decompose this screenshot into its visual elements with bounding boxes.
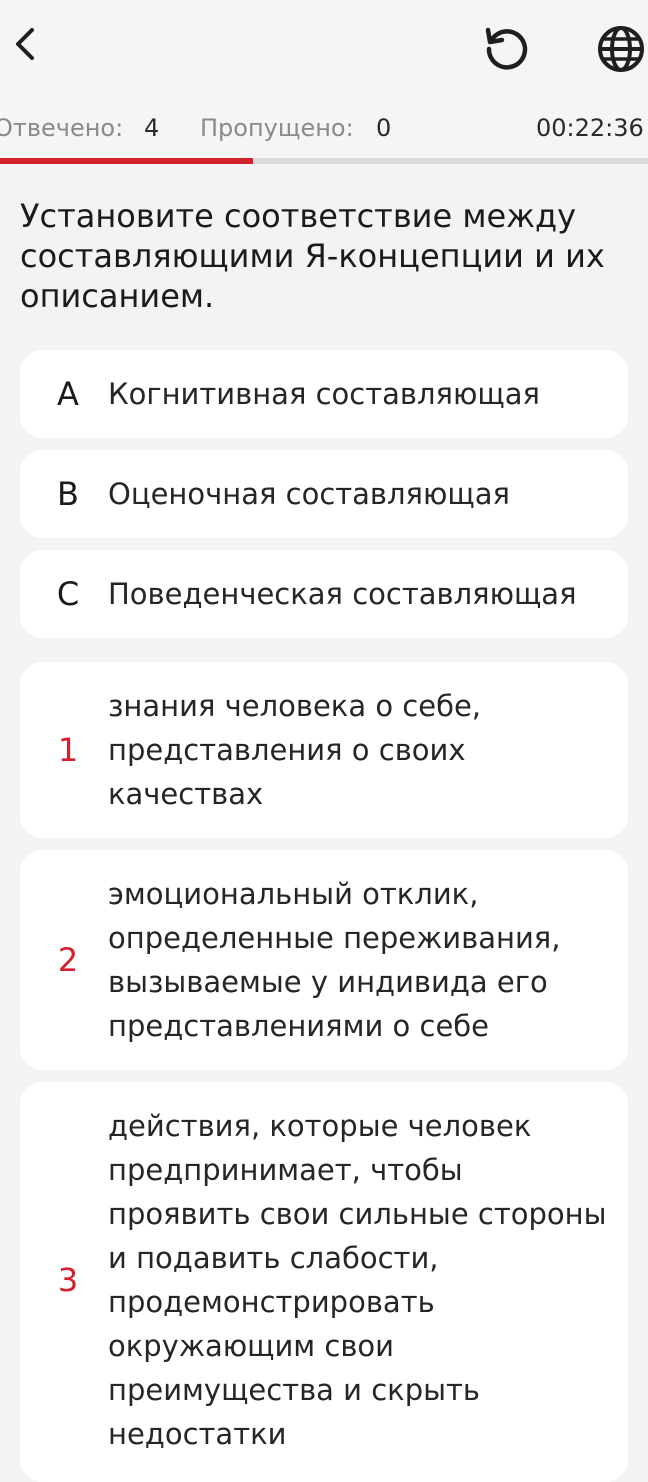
description-card-1[interactable]: 1 знания человека о себе, представления … — [20, 662, 628, 838]
option-card-c[interactable]: C Поведенческая составляющая — [20, 550, 628, 638]
globe-icon — [598, 26, 644, 72]
answered-label: Отвечено: — [0, 114, 124, 142]
description-card-2[interactable]: 2 эмоциональный отклик, определенные пер… — [20, 850, 628, 1070]
description-key: 3 — [57, 1261, 79, 1299]
question-text: Установите соответствие между составляющ… — [20, 197, 605, 315]
skipped-label: Пропущено: — [200, 114, 354, 142]
progress-bar — [0, 158, 648, 164]
description-text: эмоциональный отклик, определенные переж… — [108, 877, 561, 1043]
option-card-a[interactable]: A Когнитивная составляющая — [20, 350, 628, 438]
description-card-3[interactable]: 3 действия, которые человек предпринимае… — [20, 1082, 628, 1482]
reset-button[interactable] — [478, 20, 536, 78]
skipped-count: 0 — [376, 114, 392, 142]
option-text: Поведенческая составляющая — [108, 577, 577, 611]
back-button[interactable] — [0, 18, 48, 70]
option-key: C — [56, 575, 80, 613]
description-text: знания человека о себе, представления о … — [108, 689, 482, 811]
option-text: Когнитивная составляющая — [108, 377, 540, 411]
chevron-left-icon — [16, 28, 34, 60]
description-key: 1 — [57, 731, 79, 769]
answered-count: 4 — [144, 114, 160, 142]
status-row: Отвечено: 4 Пропущено: 0 00:22:36 — [0, 108, 648, 148]
option-card-b[interactable]: B Оценочная составляющая — [20, 450, 628, 538]
option-text: Оценочная составляющая — [108, 477, 510, 511]
option-key: B — [57, 475, 79, 513]
progress-fill — [0, 158, 253, 164]
description-key: 2 — [57, 941, 79, 979]
description-text: действия, которые человек предпринимает,… — [108, 1109, 607, 1451]
refresh-icon — [485, 27, 528, 70]
language-button[interactable] — [592, 20, 648, 78]
timer: 00:22:36 — [536, 114, 644, 142]
option-key: A — [57, 375, 79, 413]
top-bar: Отвечено: 4 Пропущено: 0 00:22:36 — [0, 0, 648, 166]
